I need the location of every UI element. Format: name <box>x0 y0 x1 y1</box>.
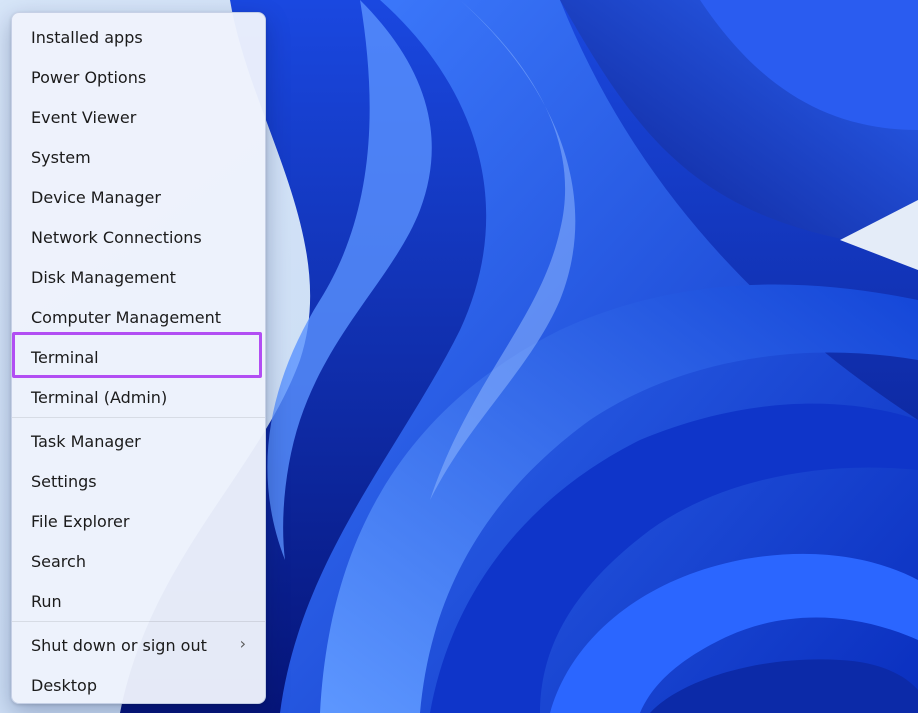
menu-item-label: File Explorer <box>31 511 130 531</box>
menu-item-device-manager[interactable]: Device Manager <box>15 179 262 215</box>
menu-item-label: Event Viewer <box>31 107 137 127</box>
menu-separator <box>12 621 265 622</box>
menu-item-shut-down-or-sign-out[interactable]: Shut down or sign out › <box>15 627 262 663</box>
quick-link-context-menu: Installed apps Power Options Event Viewe… <box>11 12 266 704</box>
menu-item-file-explorer[interactable]: File Explorer <box>15 503 262 539</box>
menu-item-terminal-admin[interactable]: Terminal (Admin) <box>15 379 262 415</box>
menu-item-label: Device Manager <box>31 187 161 207</box>
menu-item-search[interactable]: Search <box>15 543 262 579</box>
chevron-right-icon: › <box>239 634 246 654</box>
menu-item-event-viewer[interactable]: Event Viewer <box>15 99 262 135</box>
menu-separator <box>12 417 265 418</box>
menu-item-desktop[interactable]: Desktop <box>15 667 262 703</box>
menu-item-label: Installed apps <box>31 27 143 47</box>
menu-item-installed-apps[interactable]: Installed apps <box>15 19 262 55</box>
menu-item-task-manager[interactable]: Task Manager <box>15 423 262 459</box>
menu-item-label: Power Options <box>31 67 147 87</box>
menu-item-label: Run <box>31 591 62 611</box>
menu-item-label: System <box>31 147 91 167</box>
menu-item-computer-management[interactable]: Computer Management <box>15 299 262 335</box>
menu-item-disk-management[interactable]: Disk Management <box>15 259 262 295</box>
menu-item-system[interactable]: System <box>15 139 262 175</box>
menu-item-label: Desktop <box>31 675 97 695</box>
menu-item-label: Computer Management <box>31 307 222 327</box>
menu-item-label: Search <box>31 551 86 571</box>
menu-item-label: Network Connections <box>31 227 202 247</box>
menu-item-label: Task Manager <box>31 431 141 451</box>
menu-item-label: Settings <box>31 471 97 491</box>
menu-item-settings[interactable]: Settings <box>15 463 262 499</box>
menu-item-network-connections[interactable]: Network Connections <box>15 219 262 255</box>
menu-item-label: Disk Management <box>31 267 176 287</box>
menu-item-run[interactable]: Run <box>15 583 262 619</box>
menu-item-label: Terminal <box>31 347 99 367</box>
menu-item-label: Shut down or sign out <box>31 635 207 655</box>
menu-item-power-options[interactable]: Power Options <box>15 59 262 95</box>
menu-item-label: Terminal (Admin) <box>31 387 168 407</box>
menu-item-terminal[interactable]: Terminal <box>15 339 262 375</box>
